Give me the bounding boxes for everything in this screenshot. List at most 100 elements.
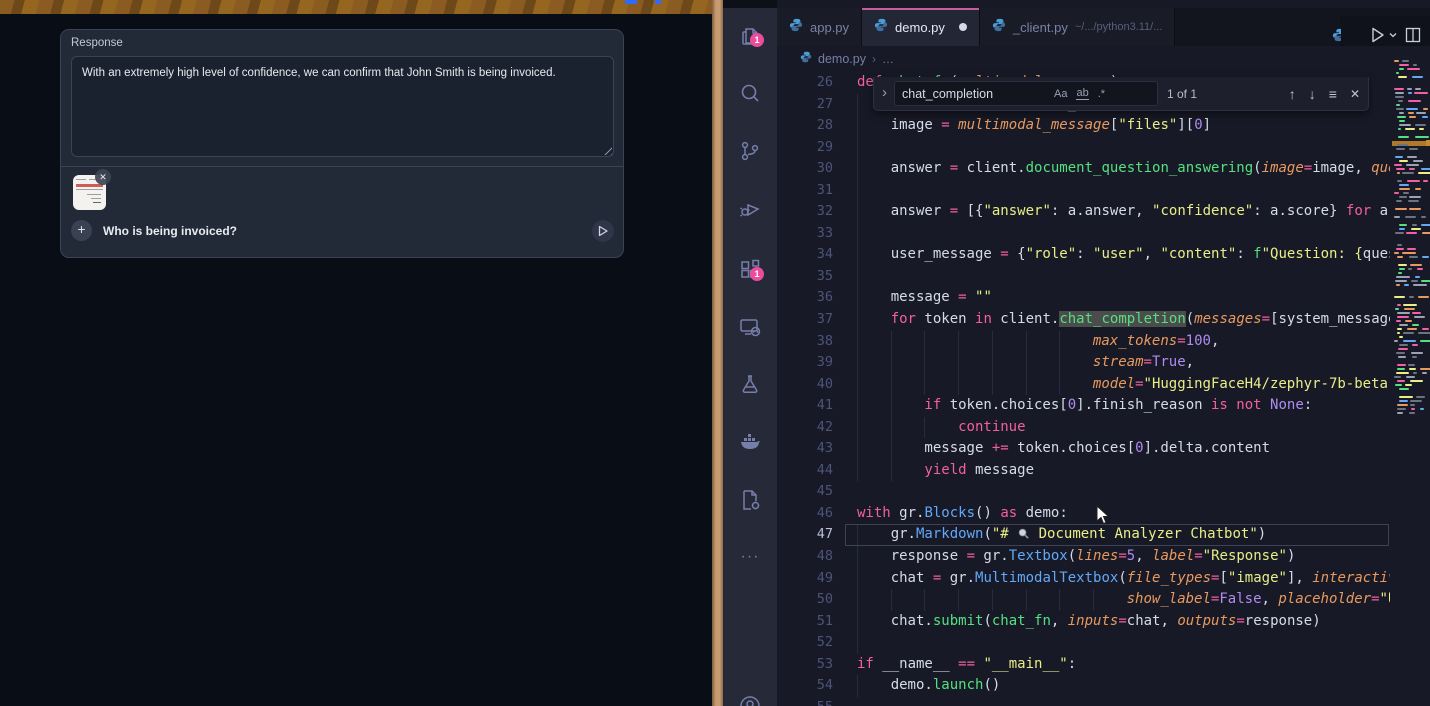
minimap-line xyxy=(1409,368,1416,370)
minimap-line xyxy=(1413,372,1416,374)
extensions-icon[interactable]: 1 xyxy=(738,257,762,281)
modified-dot-icon[interactable] xyxy=(959,23,967,31)
run-debug-icon[interactable] xyxy=(738,197,762,221)
minimap-line xyxy=(1415,88,1421,90)
minimap-line xyxy=(1397,172,1400,174)
code-line: 36message = "" xyxy=(777,287,1390,309)
close-find-icon[interactable]: ✕ xyxy=(1350,87,1360,101)
minimap-line xyxy=(1403,340,1416,342)
find-next-icon[interactable]: ↓ xyxy=(1309,86,1316,102)
minimap-line xyxy=(1418,172,1430,174)
minimap-line xyxy=(1421,216,1426,218)
breadcrumb-more[interactable]: … xyxy=(882,52,894,66)
tab-label: _client.py xyxy=(1013,20,1068,35)
minimap-line xyxy=(1396,320,1401,322)
run-python-file-button[interactable] xyxy=(1367,25,1398,45)
minimap-line xyxy=(1397,380,1405,382)
overview-ruler-mark xyxy=(1426,140,1430,146)
add-file-button[interactable]: + xyxy=(71,220,92,241)
breadcrumb-file[interactable]: demo.py xyxy=(818,52,866,66)
minimap-line xyxy=(1410,380,1424,382)
hidden-tab-python-icon xyxy=(1332,28,1341,42)
python-icon xyxy=(874,18,888,37)
whole-word-toggle[interactable]: ab xyxy=(1076,87,1088,100)
code-line: 35 xyxy=(777,266,1390,288)
response-textarea[interactable]: With an extremely high level of confiden… xyxy=(71,56,614,157)
minimap-line xyxy=(1406,232,1417,234)
minimap-line xyxy=(1396,72,1399,74)
minimap-line xyxy=(1413,160,1422,162)
source-control-icon[interactable] xyxy=(738,139,762,163)
minimap-line xyxy=(1405,384,1412,386)
breadcrumb[interactable]: demo.py › … xyxy=(777,46,1430,72)
search-icon[interactable] xyxy=(738,81,762,105)
minimap-line xyxy=(1406,164,1418,166)
find-previous-icon[interactable]: ↑ xyxy=(1289,86,1296,102)
code-line: 48response = gr.Textbox(lines=5, label="… xyxy=(777,546,1390,568)
activity-bar: 1 1 xyxy=(723,8,777,706)
minimap-line xyxy=(1403,192,1408,194)
test-beaker-icon[interactable] xyxy=(738,372,762,396)
send-button[interactable] xyxy=(592,220,614,242)
find-in-selection-icon[interactable]: ≡ xyxy=(1329,86,1337,102)
minimap-line xyxy=(1411,228,1421,230)
minimap-line xyxy=(1416,112,1426,114)
match-case-toggle[interactable]: Aa xyxy=(1054,88,1067,100)
minimap-line xyxy=(1395,384,1402,386)
tab-app-py[interactable]: app.py xyxy=(777,8,862,46)
more-views-icon[interactable]: ··· xyxy=(738,548,762,572)
minimap-line xyxy=(1415,124,1426,126)
chat-input-text[interactable]: Who is being invoiced? xyxy=(103,223,237,239)
remove-image-button[interactable]: ✕ xyxy=(95,169,111,185)
line-number: 46 xyxy=(777,503,833,525)
toggle-replace-chevron-icon[interactable]: › xyxy=(882,84,887,101)
magnifier-emoji-icon xyxy=(1017,526,1030,542)
minimap-line xyxy=(1398,76,1407,78)
tab-description: ~/.../python3.11/... xyxy=(1075,21,1163,33)
minimap[interactable] xyxy=(1392,46,1430,706)
minimap-line xyxy=(1399,160,1408,162)
response-label: Response xyxy=(71,37,123,49)
line-number: 29 xyxy=(777,137,833,159)
find-input[interactable] xyxy=(895,86,1054,102)
remote-explorer-icon[interactable] xyxy=(738,315,762,339)
minimap-line xyxy=(1417,268,1422,270)
code-editor[interactable]: 26def chat_fn(multimodal_message):27ques… xyxy=(777,72,1390,706)
tab-demo-py[interactable]: demo.py xyxy=(862,8,980,46)
minimap-line xyxy=(1395,208,1407,210)
minimap-line xyxy=(1399,124,1411,126)
minimap-line xyxy=(1412,344,1418,346)
regex-toggle[interactable]: .* xyxy=(1098,88,1105,100)
code-line: 53if __name__ == "__main__": xyxy=(777,654,1390,676)
code-line: 32answer = [{"answer": a.answer, "confid… xyxy=(777,201,1390,223)
minimap-line xyxy=(1394,376,1401,378)
minimap-line xyxy=(1395,308,1399,310)
code-line: 29 xyxy=(777,137,1390,159)
minimap-line xyxy=(1420,368,1430,370)
tab-client-py[interactable]: _client.py ~/.../python3.11/... xyxy=(980,8,1175,46)
code-line: 30answer = client.document_question_answ… xyxy=(777,158,1390,180)
docker-icon[interactable] xyxy=(738,430,762,454)
gradio-panel: Response With an extremely high level of… xyxy=(60,29,624,258)
file-settings-icon[interactable] xyxy=(738,488,762,512)
minimap-line xyxy=(1396,148,1405,150)
minimap-line xyxy=(1394,88,1404,90)
editor-group: app.py demo.py _client.py ~/.../python3.… xyxy=(777,0,1430,706)
line-number: 32 xyxy=(777,201,833,223)
minimap-line xyxy=(1419,128,1425,130)
python-icon xyxy=(789,18,803,37)
minimap-line xyxy=(1394,60,1399,62)
minimap-line xyxy=(1397,256,1403,258)
python-icon xyxy=(800,50,812,68)
minimap-line xyxy=(1410,264,1422,266)
explorer-icon[interactable]: 1 xyxy=(738,23,762,47)
split-editor-button[interactable] xyxy=(1404,26,1422,44)
minimap-line xyxy=(1423,180,1428,182)
minimap-line xyxy=(1397,328,1402,330)
explorer-badge: 1 xyxy=(750,33,764,47)
minimap-line xyxy=(1408,112,1414,114)
line-number: 50 xyxy=(777,589,833,611)
code-line: 38max_tokens=100, xyxy=(777,331,1390,353)
account-icon[interactable] xyxy=(738,694,762,706)
code-line: 47gr.Markdown("# Document Analyzer Chatb… xyxy=(777,524,1390,546)
